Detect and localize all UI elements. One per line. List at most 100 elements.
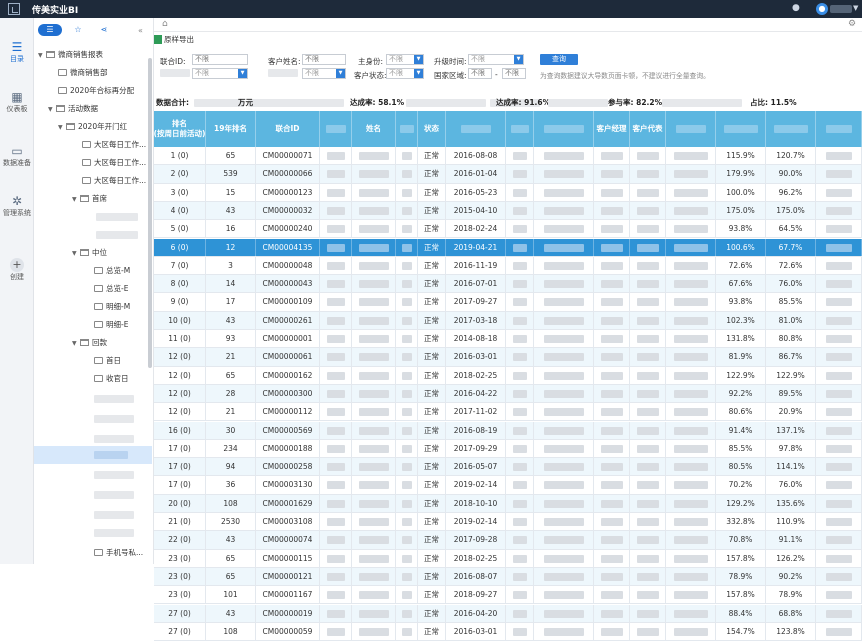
tree-node-folder[interactable]: ▼ 首席 bbox=[72, 190, 107, 208]
table-row[interactable]: 23 (0) 65 CM00000115 正常 2018-02-25 157.8% 126.… bbox=[154, 549, 862, 568]
col-redacted[interactable] bbox=[396, 111, 418, 147]
star-tab-icon[interactable]: ☆ bbox=[66, 24, 90, 36]
sidebar-item-dashboard[interactable]: ▦ 仪表板 bbox=[0, 90, 34, 114]
user-name[interactable] bbox=[830, 5, 852, 13]
sidebar-item-data-prep[interactable]: ▭ 数据准备 bbox=[0, 144, 34, 168]
cell-redacted bbox=[630, 513, 666, 531]
col-customer-rep[interactable]: 客户代表 bbox=[630, 111, 666, 147]
table-row[interactable]: 17 (0) 36 CM00003130 正常 2019-02-14 70.2% 76.0% bbox=[154, 476, 862, 495]
chevron-down-icon[interactable]: ▼ bbox=[853, 4, 858, 12]
coop-id-input[interactable] bbox=[192, 54, 248, 65]
table-row[interactable]: 1 (0) 65 CM00000071 正常 2016-08-08 115.9% 120.7… bbox=[154, 147, 862, 166]
tree-node-redacted[interactable] bbox=[94, 390, 134, 408]
export-button[interactable]: 原样导出 bbox=[154, 34, 194, 45]
filter-select-1[interactable]: 不限 ▼ bbox=[192, 68, 248, 79]
bell-icon[interactable]: ● bbox=[792, 3, 800, 13]
col-pct-2[interactable] bbox=[766, 111, 816, 147]
table-row[interactable]: 20 (0) 108 CM00001629 正常 2018-10-10 129.2% 135… bbox=[154, 494, 862, 513]
tree-node-redacted[interactable] bbox=[96, 226, 138, 244]
table-row[interactable]: 3 (0) 15 CM00000123 正常 2016-05-23 100.0% 96.2% bbox=[154, 183, 862, 202]
table-row[interactable]: 12 (0) 65 CM00000162 正常 2018-02-25 122.9% 122.… bbox=[154, 366, 862, 385]
table-row[interactable]: 16 (0) 30 CM00000569 正常 2016-08-19 91.4% 137.1… bbox=[154, 421, 862, 440]
col-pct-1[interactable] bbox=[716, 111, 766, 147]
col-coop-id[interactable]: 联合ID bbox=[256, 111, 320, 147]
sidebar-item-catalog[interactable]: ☰ 目录 bbox=[0, 40, 34, 64]
sidebar-item-create[interactable]: + 创建 bbox=[0, 258, 34, 282]
col-redacted[interactable] bbox=[666, 111, 716, 147]
table-row[interactable]: 23 (0) 65 CM00000121 正常 2016-08-07 78.9% 90.2% bbox=[154, 567, 862, 587]
table-row[interactable]: 12 (0) 28 CM00000300 正常 2016-04-22 92.2% 89.5% bbox=[154, 384, 862, 404]
tree-node-report[interactable]: 明细-E bbox=[94, 316, 128, 334]
nation-region-to-input[interactable] bbox=[502, 68, 526, 79]
table-row[interactable]: 27 (0) 108 CM00000059 正常 2016-03-01 154.7% 123… bbox=[154, 622, 862, 641]
tree-node-report[interactable]: 2020年合标再分配 bbox=[58, 82, 134, 100]
tree-node-folder[interactable]: ▼ 2020年开门红 bbox=[58, 118, 127, 136]
filter-select-2[interactable]: 不限 ▼ bbox=[302, 68, 346, 79]
table-row[interactable]: 12 (0) 21 CM00000061 正常 2016-03-01 81.9% 86.7% bbox=[154, 348, 862, 367]
tree-node-redacted[interactable] bbox=[94, 410, 134, 428]
tree-node-folder[interactable]: ▼ 微商销售报表 bbox=[38, 46, 103, 64]
tree-node-report[interactable]: 首日 bbox=[94, 352, 121, 370]
upgrade-time-select[interactable]: 不限 ▼ bbox=[468, 54, 524, 65]
customer-status-select[interactable]: 不限 ▼ bbox=[386, 68, 424, 79]
tree-node-report[interactable]: 明细-M bbox=[94, 298, 130, 316]
col-name[interactable]: 姓名 bbox=[352, 111, 396, 147]
tree-node-redacted[interactable] bbox=[94, 524, 134, 542]
sidebar-item-admin[interactable]: ✲ 管理系统 bbox=[0, 194, 34, 218]
col-redacted[interactable] bbox=[534, 111, 594, 147]
query-button[interactable]: 查询 bbox=[540, 54, 578, 65]
table-row[interactable]: 7 (0) 3 CM00000048 正常 2016-11-19 72.6% 72.6% bbox=[154, 256, 862, 276]
cell-date: 2016-05-23 bbox=[446, 183, 506, 202]
tree-node-report[interactable]: 手机号私... bbox=[94, 544, 143, 562]
tree-node-report[interactable]: 收官日 bbox=[94, 370, 129, 388]
col-date[interactable] bbox=[446, 111, 506, 147]
share-tab-icon[interactable]: ⋖ bbox=[92, 24, 116, 36]
table-row[interactable]: 8 (0) 14 CM00000043 正常 2016-07-01 67.6% 76.0% bbox=[154, 275, 862, 294]
table-row[interactable]: 6 (0) 12 CM00004135 正常 2019-04-21 100.6% 67.7% bbox=[154, 238, 862, 257]
tree-node-redacted[interactable] bbox=[94, 486, 134, 504]
table-row[interactable]: 12 (0) 21 CM00000112 正常 2017-11-02 80.6% 20.9% bbox=[154, 403, 862, 422]
table-row[interactable]: 9 (0) 17 CM00000109 正常 2017-09-27 93.8% 85.5% bbox=[154, 293, 862, 312]
table-row[interactable]: 4 (0) 43 CM00000032 正常 2015-04-10 175.0% 175.0… bbox=[154, 201, 862, 221]
nation-region-from-input[interactable] bbox=[468, 68, 492, 79]
tree-node-redacted[interactable] bbox=[94, 466, 134, 484]
table-row[interactable]: 23 (0) 101 CM00001167 正常 2018-09-27 157.8% 78.… bbox=[154, 586, 862, 605]
tree-node-report[interactable]: 大区每日工作... bbox=[82, 172, 146, 190]
tree-scrollbar[interactable] bbox=[148, 58, 152, 368]
col-rank[interactable]: 排名 (按周日前活动) bbox=[154, 111, 206, 147]
settings-icon[interactable]: ⚙ bbox=[848, 19, 856, 29]
tree-node-report[interactable]: 大区每日工作... bbox=[82, 136, 146, 154]
table-row[interactable]: 17 (0) 234 CM00000188 正常 2017-09-29 85.5% 97.8… bbox=[154, 439, 862, 459]
home-icon[interactable]: ⌂ bbox=[162, 19, 168, 29]
table-row[interactable]: 2 (0) 539 CM00000066 正常 2016-01-04 179.9% 90.0… bbox=[154, 165, 862, 184]
tree-node-folder[interactable]: ▼ 活动数据 bbox=[48, 100, 98, 118]
col-redacted[interactable] bbox=[506, 111, 534, 147]
table-row[interactable]: 11 (0) 93 CM00000001 正常 2014-08-18 131.8% 80.8… bbox=[154, 330, 862, 349]
tree-node-folder[interactable]: ▼ 中位 bbox=[72, 244, 107, 262]
col-customer-manager[interactable]: 客户经理 bbox=[594, 111, 630, 147]
tree-node-report[interactable]: 总览-E bbox=[94, 280, 128, 298]
list-tab-icon[interactable]: ☰ bbox=[38, 24, 62, 36]
table-row[interactable]: 10 (0) 43 CM00000261 正常 2017-03-18 102.3% 81.0… bbox=[154, 311, 862, 330]
table-row[interactable]: 17 (0) 94 CM00000258 正常 2016-05-07 80.5% 114.1… bbox=[154, 458, 862, 477]
tree-node-redacted[interactable] bbox=[96, 208, 138, 226]
tree-node-folder[interactable]: ▼ 回款 bbox=[72, 334, 107, 352]
identity-select[interactable]: 不限 ▼ bbox=[386, 54, 424, 65]
tree-node-report[interactable]: 大区每日工作... bbox=[82, 154, 146, 172]
tree-node-report[interactable]: 微商销售部 bbox=[58, 64, 108, 82]
col-status[interactable]: 状态 bbox=[418, 111, 446, 147]
collapse-icon[interactable]: « bbox=[138, 26, 143, 35]
tree-node-redacted[interactable] bbox=[94, 506, 134, 524]
col-redacted[interactable] bbox=[816, 111, 862, 147]
tree-node-report[interactable]: 总览-M bbox=[94, 262, 130, 280]
col-redacted[interactable] bbox=[320, 111, 352, 147]
tree-node-selected[interactable] bbox=[34, 446, 152, 464]
table-row[interactable]: 21 (0) 2530 CM00003108 正常 2019-02-14 332.8% 11… bbox=[154, 513, 862, 532]
table-row[interactable]: 22 (0) 43 CM00000074 正常 2017-09-28 70.8% 91.1% bbox=[154, 531, 862, 550]
col-rank19[interactable]: 19年排名 bbox=[206, 111, 256, 147]
cell-rank19: 101 bbox=[206, 586, 256, 605]
table-row[interactable]: 27 (0) 43 CM00000019 正常 2016-04-20 88.4% 68.8% bbox=[154, 604, 862, 623]
customer-name-input[interactable] bbox=[302, 54, 346, 65]
avatar[interactable]: ● bbox=[816, 3, 828, 15]
table-row[interactable]: 5 (0) 16 CM00000240 正常 2018-02-24 93.8% 64.5% bbox=[154, 220, 862, 239]
